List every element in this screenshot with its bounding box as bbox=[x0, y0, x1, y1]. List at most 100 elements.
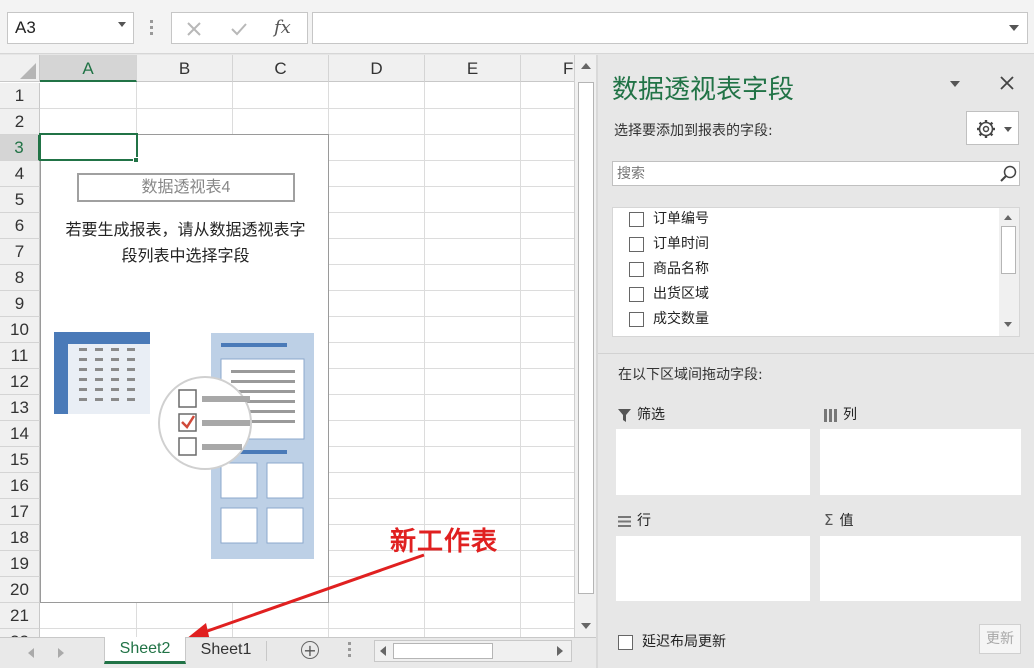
field-item[interactable]: 出货区域 bbox=[629, 283, 709, 307]
row-label: 17 bbox=[10, 502, 29, 521]
defer-checkbox-box[interactable] bbox=[618, 634, 633, 650]
formula-input[interactable] bbox=[312, 12, 1028, 44]
name-box-value: A3 bbox=[15, 18, 36, 37]
row-header[interactable]: 5 bbox=[0, 187, 40, 213]
row-header[interactable]: 9 bbox=[0, 291, 40, 317]
field-list[interactable]: 订单编号 订单时间 商品名称 出货区域 成交数量 bbox=[612, 207, 1020, 337]
tab-divider bbox=[266, 641, 267, 661]
search-text[interactable] bbox=[615, 164, 989, 184]
zone-label: 值 bbox=[839, 513, 854, 529]
select-all-corner[interactable] bbox=[0, 55, 40, 82]
row-header[interactable]: 16 bbox=[0, 473, 40, 499]
field-item[interactable]: 商品名称 bbox=[629, 258, 709, 282]
pane-options-chevron-icon[interactable] bbox=[950, 81, 960, 87]
column-header-d[interactable]: D bbox=[329, 55, 425, 82]
row-label: 19 bbox=[10, 554, 29, 573]
row-header[interactable]: 13 bbox=[0, 395, 40, 421]
vertical-scrollbar-track[interactable] bbox=[574, 55, 596, 637]
row-label: 18 bbox=[10, 528, 29, 547]
tab-sheet1[interactable]: Sheet1 bbox=[188, 638, 264, 665]
field-item[interactable]: 订单编号 bbox=[629, 208, 709, 232]
defer-update-checkbox[interactable]: 延迟布局更新 bbox=[618, 631, 726, 651]
scroll-right-icon[interactable] bbox=[557, 646, 563, 656]
field-list-scrollbar[interactable] bbox=[999, 208, 1019, 336]
tab-scroll-left-icon[interactable] bbox=[28, 648, 34, 658]
row-header[interactable]: 8 bbox=[0, 265, 40, 291]
search-icon[interactable] bbox=[999, 165, 1017, 183]
field-checkbox[interactable] bbox=[629, 286, 644, 302]
column-header-f[interactable]: F bbox=[521, 55, 574, 82]
worksheet-grid[interactable]: A B C D E F 1 2 3 4 5 6 7 8 9 10 11 12 13 14 15 16 17 18 1… bbox=[0, 55, 574, 637]
zone-values[interactable] bbox=[820, 536, 1021, 601]
scroll-down-icon[interactable] bbox=[1004, 322, 1012, 327]
row-header[interactable]: 20 bbox=[0, 577, 40, 603]
zone-filter[interactable] bbox=[616, 429, 810, 495]
tab-scroll-right-icon[interactable] bbox=[58, 648, 64, 658]
row-header[interactable]: 18 bbox=[0, 525, 40, 551]
column-header-c[interactable]: C bbox=[233, 55, 329, 82]
update-button[interactable]: 更新 bbox=[979, 624, 1021, 654]
row-header[interactable]: 15 bbox=[0, 447, 40, 473]
zone-rows[interactable] bbox=[616, 536, 810, 601]
column-label: D bbox=[370, 59, 383, 78]
row-header[interactable]: 19 bbox=[0, 551, 40, 577]
row-header[interactable]: 12 bbox=[0, 369, 40, 395]
scroll-up-icon[interactable] bbox=[1004, 215, 1012, 220]
more-options-icon[interactable] bbox=[150, 20, 153, 36]
row-label: 13 bbox=[10, 398, 29, 417]
grid-line bbox=[40, 108, 574, 109]
pivot-table-placeholder[interactable]: 数据透视表4 若要生成报表，请从数据透视表字 段列表中选择字段 bbox=[40, 134, 329, 603]
insert-function-button[interactable]: fx bbox=[274, 17, 291, 38]
zone-filter-header: 筛选 bbox=[618, 404, 665, 424]
field-item[interactable]: 成交数量 bbox=[629, 308, 709, 332]
chevron-down-icon[interactable] bbox=[118, 22, 126, 27]
horizontal-scrollbar[interactable] bbox=[374, 640, 572, 662]
column-label: A bbox=[82, 59, 94, 78]
row-header[interactable]: 6 bbox=[0, 213, 40, 239]
vertical-scroll-thumb[interactable] bbox=[578, 82, 594, 594]
fill-handle[interactable] bbox=[133, 157, 139, 163]
column-header-e[interactable]: E bbox=[425, 55, 521, 82]
scroll-down-icon[interactable] bbox=[581, 623, 591, 629]
name-box[interactable]: A3 bbox=[7, 12, 134, 44]
scroll-left-icon[interactable] bbox=[380, 646, 386, 656]
enter-check-icon[interactable] bbox=[230, 21, 248, 37]
column-header-b[interactable]: B bbox=[137, 55, 233, 82]
row-header[interactable]: 21 bbox=[0, 603, 40, 629]
field-search-input[interactable] bbox=[612, 161, 1020, 186]
active-cell-a3[interactable] bbox=[39, 133, 138, 161]
row-header[interactable]: 10 bbox=[0, 317, 40, 343]
close-icon[interactable] bbox=[1000, 76, 1014, 90]
add-sheet-button[interactable]: + bbox=[301, 641, 319, 659]
row-header[interactable]: 22 bbox=[0, 629, 40, 637]
row-header[interactable]: 7 bbox=[0, 239, 40, 265]
tab-sheet2[interactable]: Sheet2 bbox=[104, 637, 186, 664]
row-label: 1 bbox=[14, 86, 25, 105]
field-scroll-thumb[interactable] bbox=[1001, 226, 1016, 274]
zone-columns[interactable] bbox=[820, 429, 1021, 495]
row-label: 16 bbox=[10, 476, 29, 495]
tools-button[interactable] bbox=[966, 111, 1019, 145]
tab-label: Sheet2 bbox=[119, 640, 171, 657]
row-header[interactable]: 17 bbox=[0, 499, 40, 525]
field-checkbox[interactable] bbox=[629, 261, 644, 277]
field-checkbox[interactable] bbox=[629, 236, 644, 252]
row-header[interactable]: 4 bbox=[0, 161, 40, 187]
field-item[interactable]: 订单时间 bbox=[629, 233, 709, 257]
select-all-triangle-icon bbox=[20, 63, 36, 79]
cancel-icon[interactable] bbox=[186, 21, 202, 37]
row-header[interactable]: 3 bbox=[0, 135, 40, 161]
field-checkbox[interactable] bbox=[629, 311, 644, 327]
horizontal-scroll-thumb[interactable] bbox=[393, 643, 493, 659]
row-header[interactable]: 14 bbox=[0, 421, 40, 447]
tab-label: Sheet1 bbox=[200, 641, 252, 658]
row-header[interactable]: 2 bbox=[0, 109, 40, 135]
scroll-up-icon[interactable] bbox=[581, 63, 591, 69]
more-options-icon[interactable] bbox=[348, 642, 351, 658]
row-header[interactable]: 11 bbox=[0, 343, 40, 369]
expand-formula-icon[interactable] bbox=[1009, 25, 1019, 31]
row-header[interactable]: 1 bbox=[0, 83, 40, 109]
field-checkbox[interactable] bbox=[629, 211, 644, 227]
column-header-a[interactable]: A bbox=[40, 55, 137, 82]
column-label: C bbox=[274, 59, 287, 78]
